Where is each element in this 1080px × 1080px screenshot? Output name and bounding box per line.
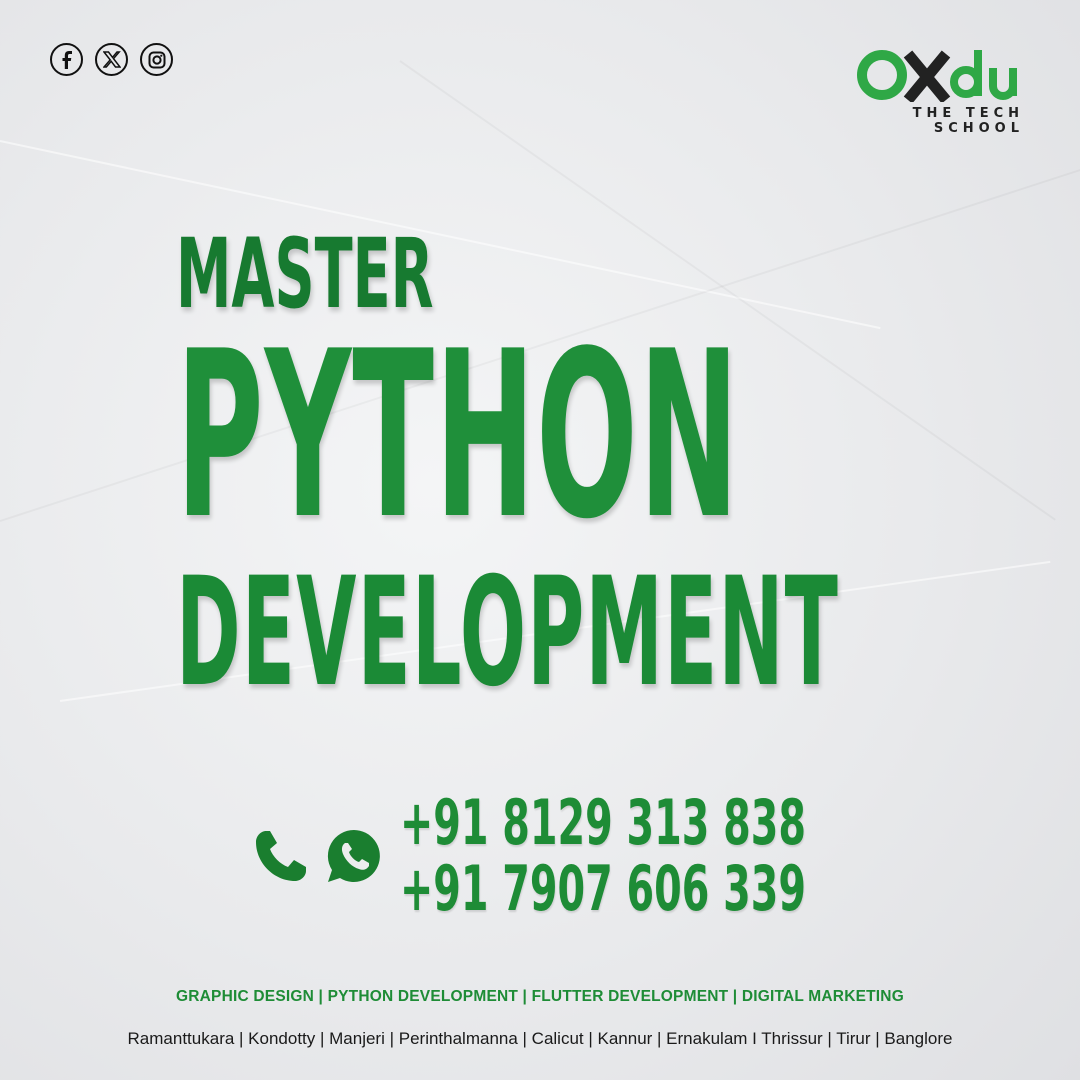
contact-icons [252,826,384,886]
logo-tagline: THE TECH SCHOOL [912,106,1024,136]
headline-development: DEVELOPMENT [176,546,839,720]
phone-icon [256,831,306,881]
headline-python: PYTHON [176,303,740,570]
contact-block: +91 8129 313 838 +91 7907 606 339 [252,790,1034,922]
facebook-icon[interactable] [50,43,83,76]
social-links [50,43,173,76]
phone-numbers: +91 8129 313 838 +91 7907 606 339 [400,790,1034,922]
logo-graphic [857,50,1017,102]
phone-number-2[interactable]: +91 7907 606 339 [400,856,806,922]
paper-crease [0,140,881,330]
locations-list: Ramanttukara | Kondotty | Manjeri | Peri… [127,1029,953,1048]
oxdu-logo: THE TECH SCHOOL [824,40,1024,136]
whatsapp-icon [327,829,380,882]
phone-number-1[interactable]: +91 8129 313 838 [400,790,806,856]
x-twitter-icon[interactable] [95,43,128,76]
courses-list: GRAPHIC DESIGN | PYTHON DEVELOPMENT | FL… [176,988,904,1005]
instagram-icon[interactable] [140,43,173,76]
logo-wordmark [824,40,1024,102]
